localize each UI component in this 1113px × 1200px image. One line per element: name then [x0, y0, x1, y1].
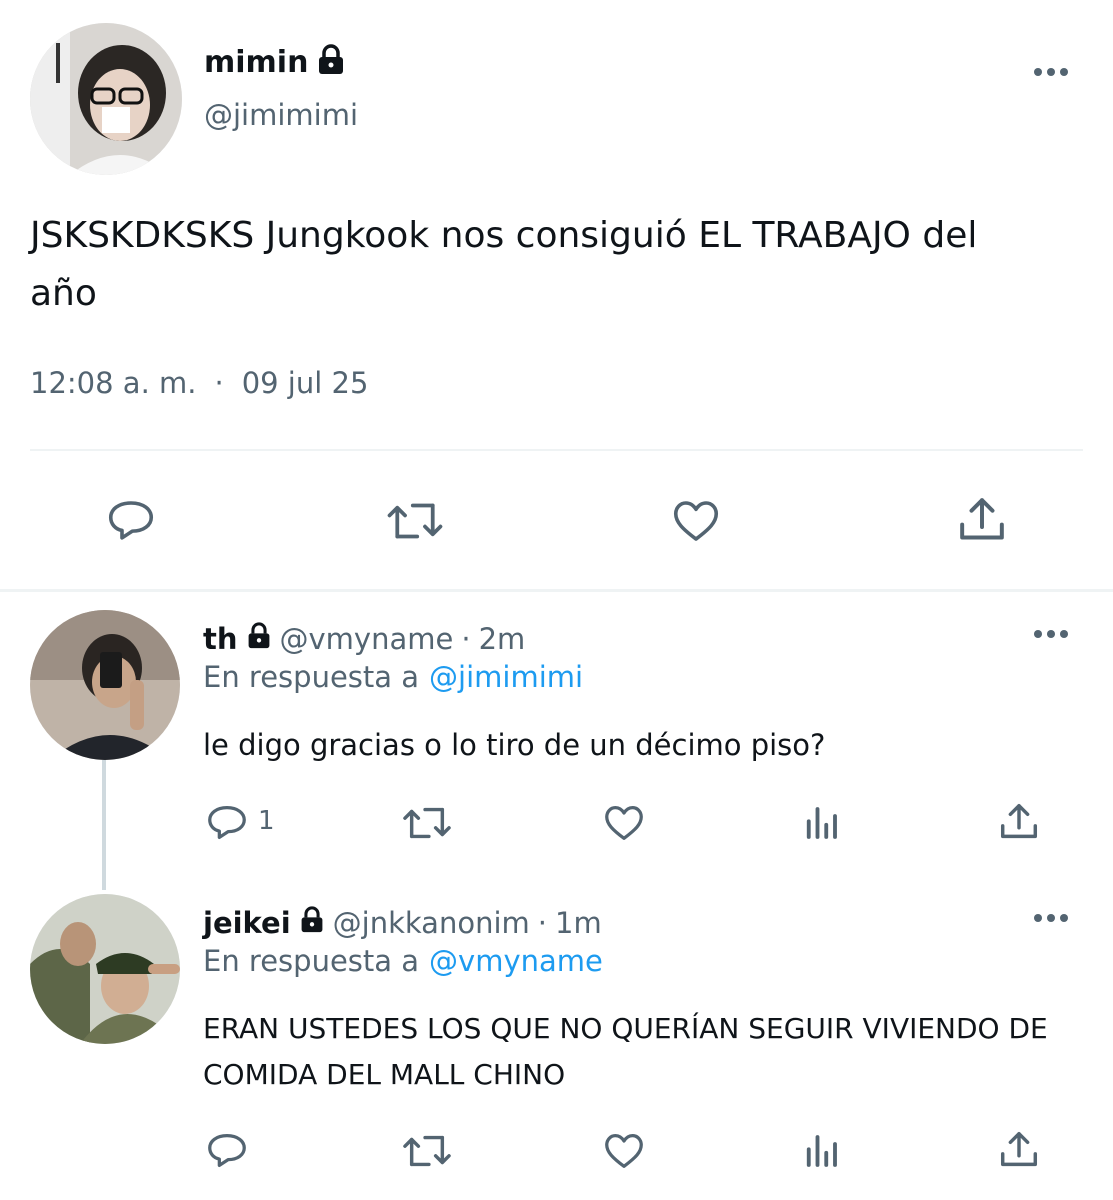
reply-icon[interactable] — [204, 800, 250, 846]
analytics-icon[interactable] — [800, 800, 842, 846]
replying-to-handle[interactable]: @jimimimi — [429, 660, 583, 694]
like-icon[interactable] — [600, 1128, 648, 1174]
reply-text: le digo gracias o lo tiro de un décimo p… — [203, 723, 825, 767]
more-options-icon[interactable] — [1034, 630, 1068, 638]
tweet-text: JSKSKDKSKS Jungkook nos consiguió EL TRA… — [30, 207, 977, 323]
retweet-icon[interactable] — [384, 494, 446, 548]
tweet-text-line: JSKSKDKSKS Jungkook nos consiguió EL TRA… — [30, 215, 978, 256]
like-icon[interactable] — [668, 494, 724, 548]
more-options-icon[interactable] — [1034, 68, 1068, 76]
share-icon[interactable] — [996, 798, 1042, 846]
like-icon[interactable] — [600, 800, 648, 846]
reply-text-line: le digo gracias o lo tiro de un décimo p… — [203, 728, 826, 762]
retweet-icon[interactable] — [400, 1128, 454, 1174]
replying-to: En respuesta a @jimimimi — [203, 660, 583, 694]
reply-text-line: COMIDA DEL MALL CHINO — [203, 1058, 566, 1091]
separator-dot: · — [537, 906, 547, 940]
reply-author-name[interactable]: jeikei — [203, 906, 291, 940]
tweet-timestamp[interactable]: 12:08 a. m. · 09 jul 25 — [30, 366, 368, 400]
author-handle[interactable]: @jimimimi — [204, 98, 358, 132]
avatar-jeikei[interactable] — [30, 894, 180, 1044]
section-divider — [0, 589, 1113, 592]
thread-line — [102, 760, 106, 890]
avatar-th[interactable] — [30, 610, 180, 760]
tweet-date: 09 jul 25 — [241, 366, 369, 400]
reply-time[interactable]: 1m — [555, 906, 602, 940]
lock-icon — [299, 905, 325, 941]
share-icon[interactable] — [954, 492, 1010, 548]
reply-count: 1 — [258, 806, 275, 836]
analytics-icon[interactable] — [800, 1128, 842, 1174]
reply-icon[interactable] — [104, 494, 158, 548]
lock-icon — [316, 44, 346, 80]
reply-time[interactable]: 2m — [479, 622, 526, 656]
reply-text-line: ERAN USTEDES LOS QUE NO QUERÍAN SEGUIR V… — [203, 1012, 1048, 1045]
reply-icon[interactable] — [204, 1128, 250, 1174]
divider — [30, 449, 1083, 451]
reply-author-handle[interactable]: @vmyname — [280, 622, 454, 656]
reply-author-handle[interactable]: @jnkkanonim — [333, 906, 530, 940]
reply-author-name[interactable]: th — [203, 622, 238, 656]
replying-to-label: En respuesta a — [203, 660, 420, 694]
lock-icon — [246, 621, 272, 657]
separator-dot: · — [214, 366, 224, 400]
retweet-icon[interactable] — [400, 800, 454, 846]
avatar-mimin[interactable] — [30, 23, 182, 175]
separator-dot: · — [461, 622, 471, 656]
reply-text: ERAN USTEDES LOS QUE NO QUERÍAN SEGUIR V… — [203, 1006, 1048, 1098]
author-name[interactable]: mimin — [204, 45, 308, 80]
tweet-text-line: año — [30, 273, 97, 314]
more-options-icon[interactable] — [1034, 914, 1068, 922]
replying-to-handle[interactable]: @vmyname — [429, 944, 603, 978]
tweet-time: 12:08 a. m. — [30, 366, 197, 400]
replying-to-label: En respuesta a — [203, 944, 420, 978]
share-icon[interactable] — [996, 1126, 1042, 1174]
replying-to: En respuesta a @vmyname — [203, 944, 603, 978]
